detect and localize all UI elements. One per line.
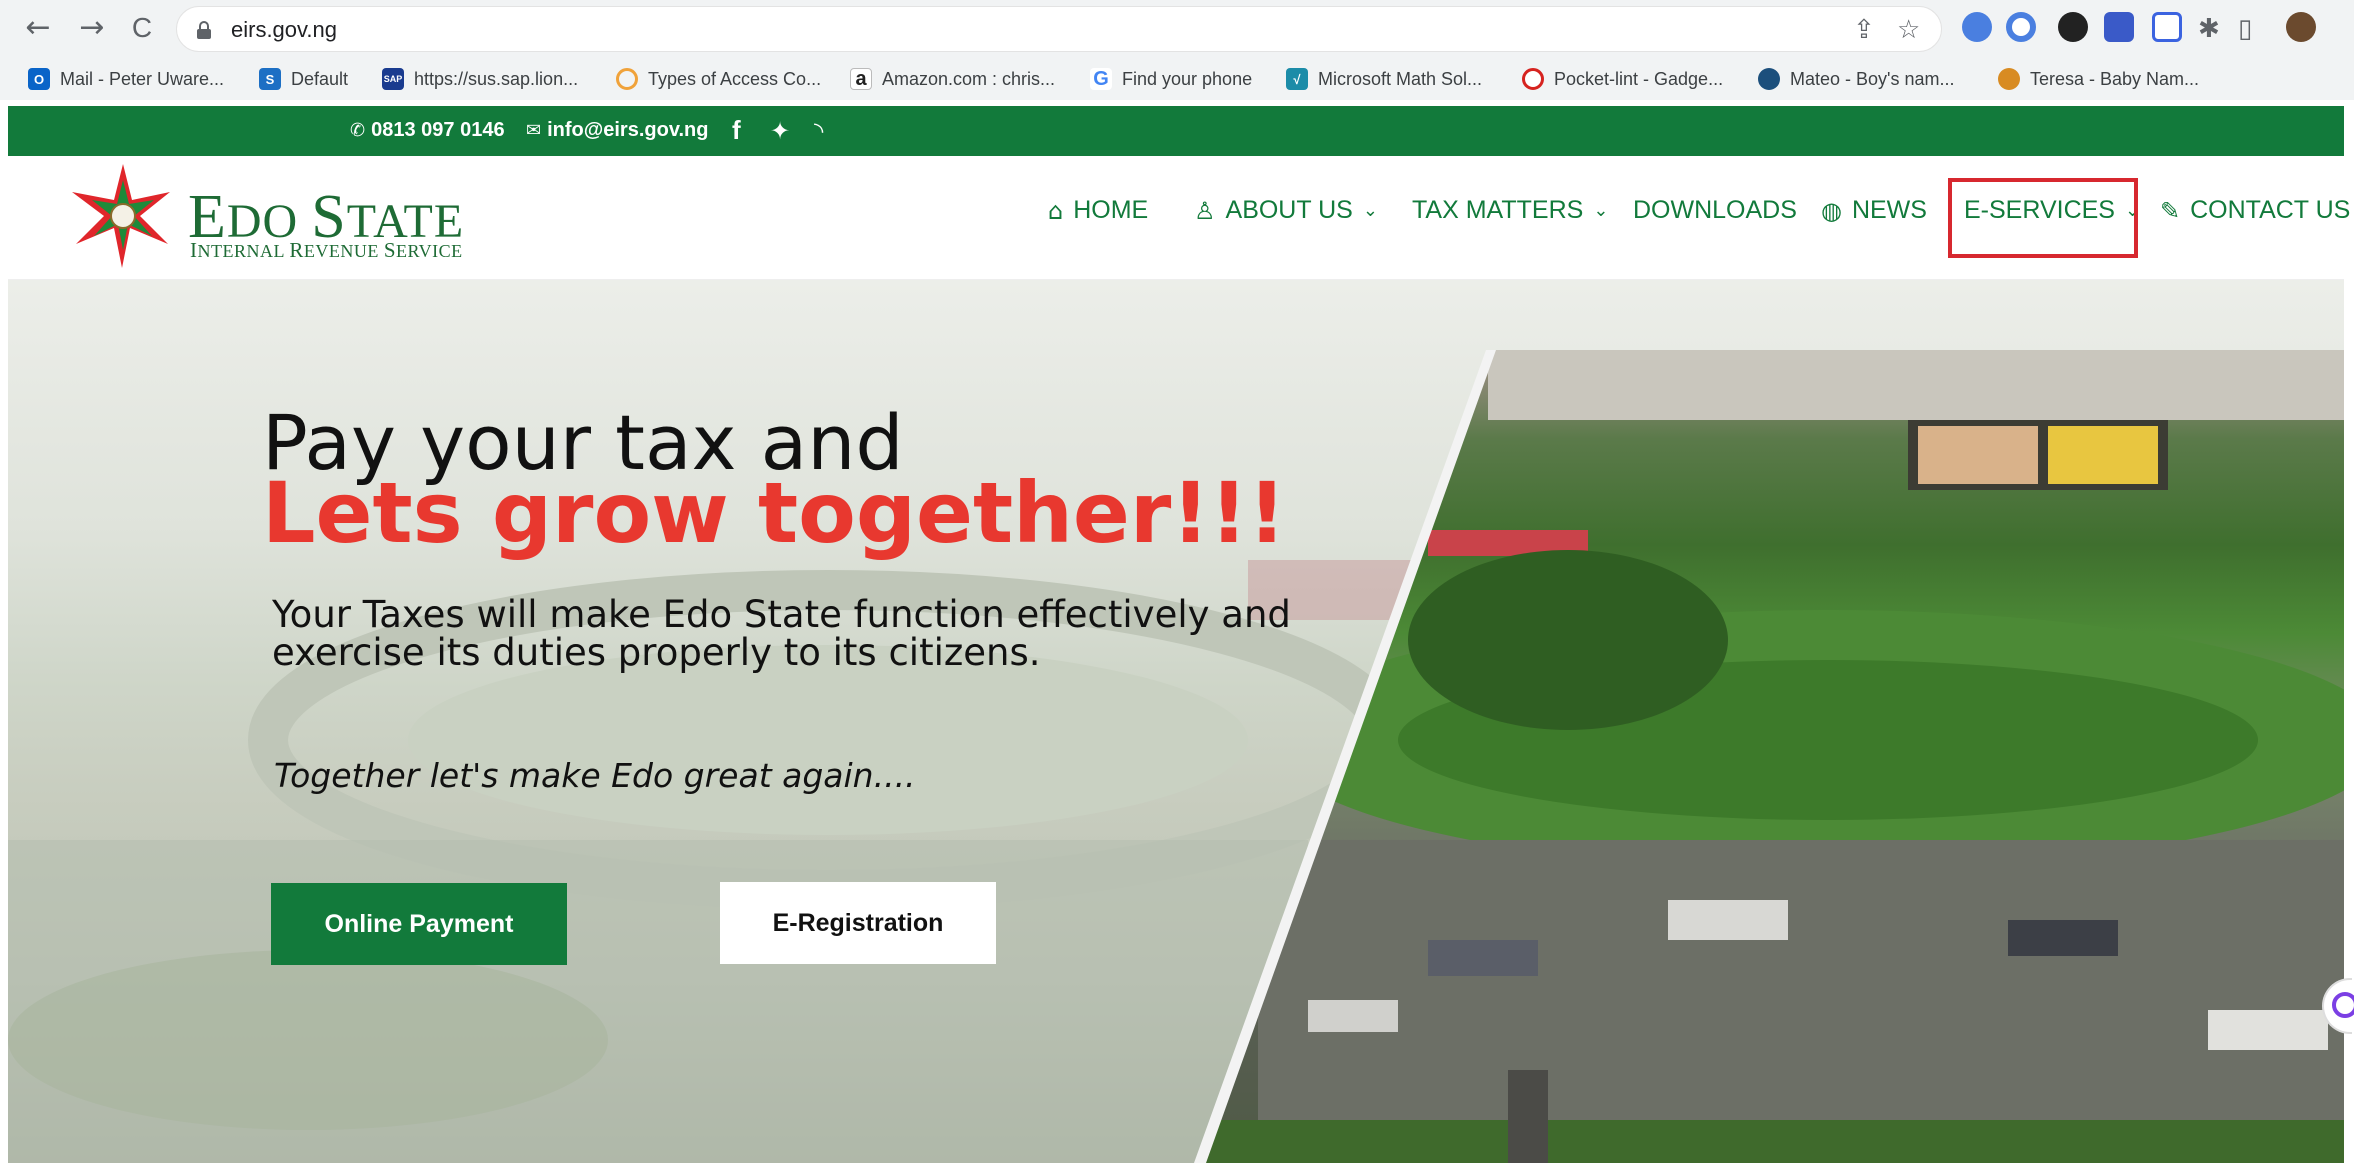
nav-label: ABOUT US [1225,196,1353,224]
nav-downloads[interactable]: DOWNLOADS [1633,196,1797,225]
users-icon: ♙ [1194,196,1216,225]
bookmark-item[interactable]: SAP https://sus.sap.lion... [382,65,578,93]
email-address: info@eirs.gov.ng [547,119,709,141]
e-services-highlight-box [1948,178,2138,258]
bookmark-item[interactable]: S Default [259,65,348,93]
globe-icon: ◍ [1821,196,1842,225]
bookmark-label: Mail - Peter Uware... [60,68,225,89]
bookmark-item[interactable]: Pocket-lint - Gadge... [1522,65,1723,93]
loader-icon [616,68,638,90]
bookmark-item[interactable]: G Find your phone [1090,65,1252,93]
phone-contact[interactable]: ✆ 0813 097 0146 [350,119,505,142]
bookmark-label: Microsoft Math Sol... [1318,68,1483,89]
wrench-icon: ✎ [2160,196,2181,225]
extension-icon[interactable] [2104,12,2134,42]
logo-emblem-icon [72,164,170,268]
bookmark-item[interactable]: a Amazon.com : chris... [850,65,1055,93]
bookmark-item[interactable]: Types of Access Co... [616,65,821,93]
sharepoint-icon: S [259,68,281,90]
mateo-icon [1758,68,1780,90]
logo[interactable]: EDO STATE INTERNAL REVENUE SERVICE [58,156,508,276]
bookmark-label: Teresa - Baby Nam... [2030,68,2200,89]
home-icon: ⌂ [1048,196,1064,225]
google-icon: G [1090,68,1112,90]
bookmark-item[interactable]: O Mail - Peter Uware... [28,65,224,93]
chevron-down-icon: ⌄ [1593,200,1609,221]
sap-icon: SAP [382,68,404,90]
address-bar[interactable]: eirs.gov.ng ⇪ ☆ [176,6,1942,52]
reload-icon[interactable]: C [124,10,160,46]
outlook-icon: O [28,68,50,90]
bookmark-label: Pocket-lint - Gadge... [1554,68,1724,89]
bookmark-item[interactable]: Mateo - Boy's nam... [1758,65,1955,93]
hero-headline-accent: Lets grow together!!! [262,464,1287,562]
teresa-icon [1998,68,2020,90]
share-icon[interactable]: ⇪ [1853,15,1875,45]
bookmarks-bar: O Mail - Peter Uware... S Default SAP ht… [0,58,2354,100]
browser-toolbar: ← → C eirs.gov.ng ⇪ ☆ ✱ ▯ [0,0,2354,58]
bookmark-item[interactable]: √ Microsoft Math Sol... [1286,65,1482,93]
nav-tax-matters[interactable]: TAX MATTERS ⌄ [1412,196,1608,225]
lock-icon [197,21,211,39]
bookmark-label: Amazon.com : chris... [882,68,1056,89]
phone-icon: ✆ [350,120,366,141]
forward-icon[interactable]: → [74,10,110,46]
logo-subtitle: INTERNAL REVENUE SERVICE [190,238,463,262]
chevron-down-icon: ⌄ [1362,200,1378,221]
nav-label: TAX MATTERS [1412,196,1584,224]
hero-motto: Together let's make Edo great again.... [274,756,916,795]
nav-label: CONTACT US [2190,196,2351,224]
nav-label: DOWNLOADS [1633,196,1797,224]
envelope-icon: ✉ [526,120,542,141]
amazon-icon: a [850,68,872,90]
hero-tagline: Your Taxes will make Edo State function … [272,593,1291,674]
site-top-bar: ✆ 0813 097 0146 ✉ info@eirs.gov.ng f ✦ ◝ [8,106,2344,156]
online-payment-button[interactable]: Online Payment [271,883,567,965]
twitter-icon[interactable]: ✦ [770,117,790,145]
nav-news[interactable]: ◍ NEWS [1821,196,1927,225]
nav-about-us[interactable]: ♙ ABOUT US ⌄ [1194,196,1378,225]
phone-number: 0813 097 0146 [371,119,505,141]
rss-icon[interactable]: ◝ [814,117,823,145]
nav-label: HOME [1073,196,1149,224]
nav-home[interactable]: ⌂ HOME [1048,196,1148,225]
bookmark-label: Find your phone [1122,68,1253,89]
math-solver-icon: √ [1286,68,1308,90]
bookmark-item[interactable]: Teresa - Baby Nam... [1998,65,2199,93]
extension-icon[interactable] [2006,12,2036,42]
bookmark-label: https://sus.sap.lion... [414,68,579,89]
url-text[interactable]: eirs.gov.ng [231,17,337,43]
bookmark-label: Default [291,68,349,89]
bookmark-label: Types of Access Co... [648,68,822,89]
star-icon[interactable]: ☆ [1897,15,1920,45]
extension-icon[interactable] [1962,12,1992,42]
bookmark-label: Mateo - Boy's nam... [1790,68,1955,89]
email-contact[interactable]: ✉ info@eirs.gov.ng [526,119,708,142]
nav-contact-us[interactable]: ✎ CONTACT US [2160,196,2350,225]
extension-icon[interactable] [2152,12,2182,42]
pocketlint-icon [1522,68,1544,90]
puzzle-icon[interactable]: ✱ [2198,14,2220,44]
avatar[interactable] [2286,12,2316,42]
nav-label: NEWS [1851,196,1927,224]
e-registration-button[interactable]: E-Registration [720,882,996,964]
sidepanel-icon[interactable]: ▯ [2238,14,2252,44]
back-icon[interactable]: ← [20,10,56,46]
facebook-icon[interactable]: f [732,115,741,146]
extension-icon[interactable] [2058,12,2088,42]
